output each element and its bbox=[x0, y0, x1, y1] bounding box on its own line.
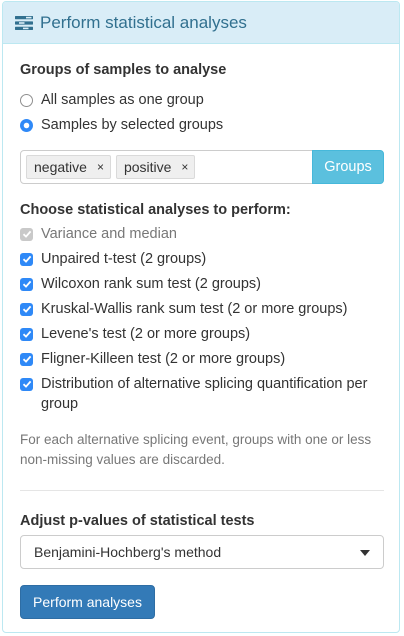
divider bbox=[20, 490, 384, 491]
analysis-option-variance: Variance and median bbox=[20, 226, 177, 242]
select-value: Benjamini-Hochberg's method bbox=[34, 544, 222, 560]
discard-note: For each alternative splicing event, gro… bbox=[20, 432, 372, 467]
remove-token-icon[interactable]: × bbox=[97, 160, 104, 174]
analysis-option-fligner[interactable]: Fligner-Killeen test (2 or more groups) bbox=[20, 351, 285, 367]
panel-title: Perform statistical analyses bbox=[40, 12, 247, 32]
group-selector-input[interactable]: negative × positive × Groups bbox=[20, 150, 384, 184]
groups-section-title: Groups of samples to analyse bbox=[20, 62, 227, 78]
analysis-option-kruskal[interactable]: Kruskal-Wallis rank sum test (2 or more … bbox=[20, 301, 347, 317]
analyses-section-title: Choose statistical analyses to perform: bbox=[20, 202, 291, 218]
checkbox-label: Kruskal-Wallis rank sum test (2 or more … bbox=[41, 301, 348, 317]
analysis-option-wilcoxon[interactable]: Wilcoxon rank sum test (2 groups) bbox=[20, 276, 261, 292]
checkbox-checked-disabled bbox=[20, 227, 33, 241]
perform-analyses-button[interactable]: Perform analyses bbox=[20, 585, 155, 619]
pvalue-method-select[interactable]: Benjamini-Hochberg's method bbox=[20, 535, 384, 569]
radio-label: Samples by selected groups bbox=[41, 117, 224, 133]
token-label: negative bbox=[34, 159, 87, 175]
group-token-positive[interactable]: positive × bbox=[115, 155, 196, 179]
radio-label: All samples as one group bbox=[41, 92, 204, 108]
remove-token-icon[interactable]: × bbox=[181, 160, 188, 174]
panel-heading: Perform statistical analyses bbox=[3, 2, 399, 44]
checkbox-checked[interactable] bbox=[20, 327, 33, 341]
statistical-analyses-panel: Perform statistical analyses Groups of s… bbox=[2, 1, 400, 633]
checkbox-checked[interactable] bbox=[20, 352, 33, 366]
tasks-icon bbox=[15, 15, 33, 30]
checkbox-checked[interactable] bbox=[20, 377, 33, 391]
caret-down-icon bbox=[360, 550, 370, 556]
analysis-option-distribution[interactable]: Distribution of alternative splicing qua… bbox=[20, 376, 367, 392]
checkbox-label: Levene's test (2 or more groups) bbox=[41, 326, 251, 342]
checkbox-label: Fligner-Killeen test (2 or more groups) bbox=[41, 351, 286, 367]
checkbox-checked[interactable] bbox=[20, 302, 33, 316]
group-token-negative[interactable]: negative × bbox=[26, 155, 111, 179]
checkbox-checked[interactable] bbox=[20, 252, 33, 266]
pvalue-section-title: Adjust p-values of statistical tests bbox=[20, 513, 255, 529]
radio-all-samples[interactable]: All samples as one group bbox=[20, 92, 204, 108]
checkbox-label: Wilcoxon rank sum test (2 groups) bbox=[41, 276, 261, 292]
groups-button[interactable]: Groups bbox=[312, 150, 384, 184]
radio-button[interactable] bbox=[20, 93, 33, 107]
radio-button-selected[interactable] bbox=[20, 118, 33, 132]
checkbox-label-continuation: group bbox=[41, 396, 79, 412]
checkbox-label: Variance and median bbox=[41, 226, 177, 242]
token-label: positive bbox=[123, 159, 172, 175]
checkbox-checked[interactable] bbox=[20, 277, 33, 291]
radio-selected-groups[interactable]: Samples by selected groups bbox=[20, 117, 223, 133]
analysis-option-ttest[interactable]: Unpaired t-test (2 groups) bbox=[20, 251, 206, 267]
checkbox-label: Distribution of alternative splicing qua… bbox=[41, 376, 368, 392]
checkbox-label: Unpaired t-test (2 groups) bbox=[41, 251, 207, 267]
analysis-option-levene[interactable]: Levene's test (2 or more groups) bbox=[20, 326, 250, 342]
